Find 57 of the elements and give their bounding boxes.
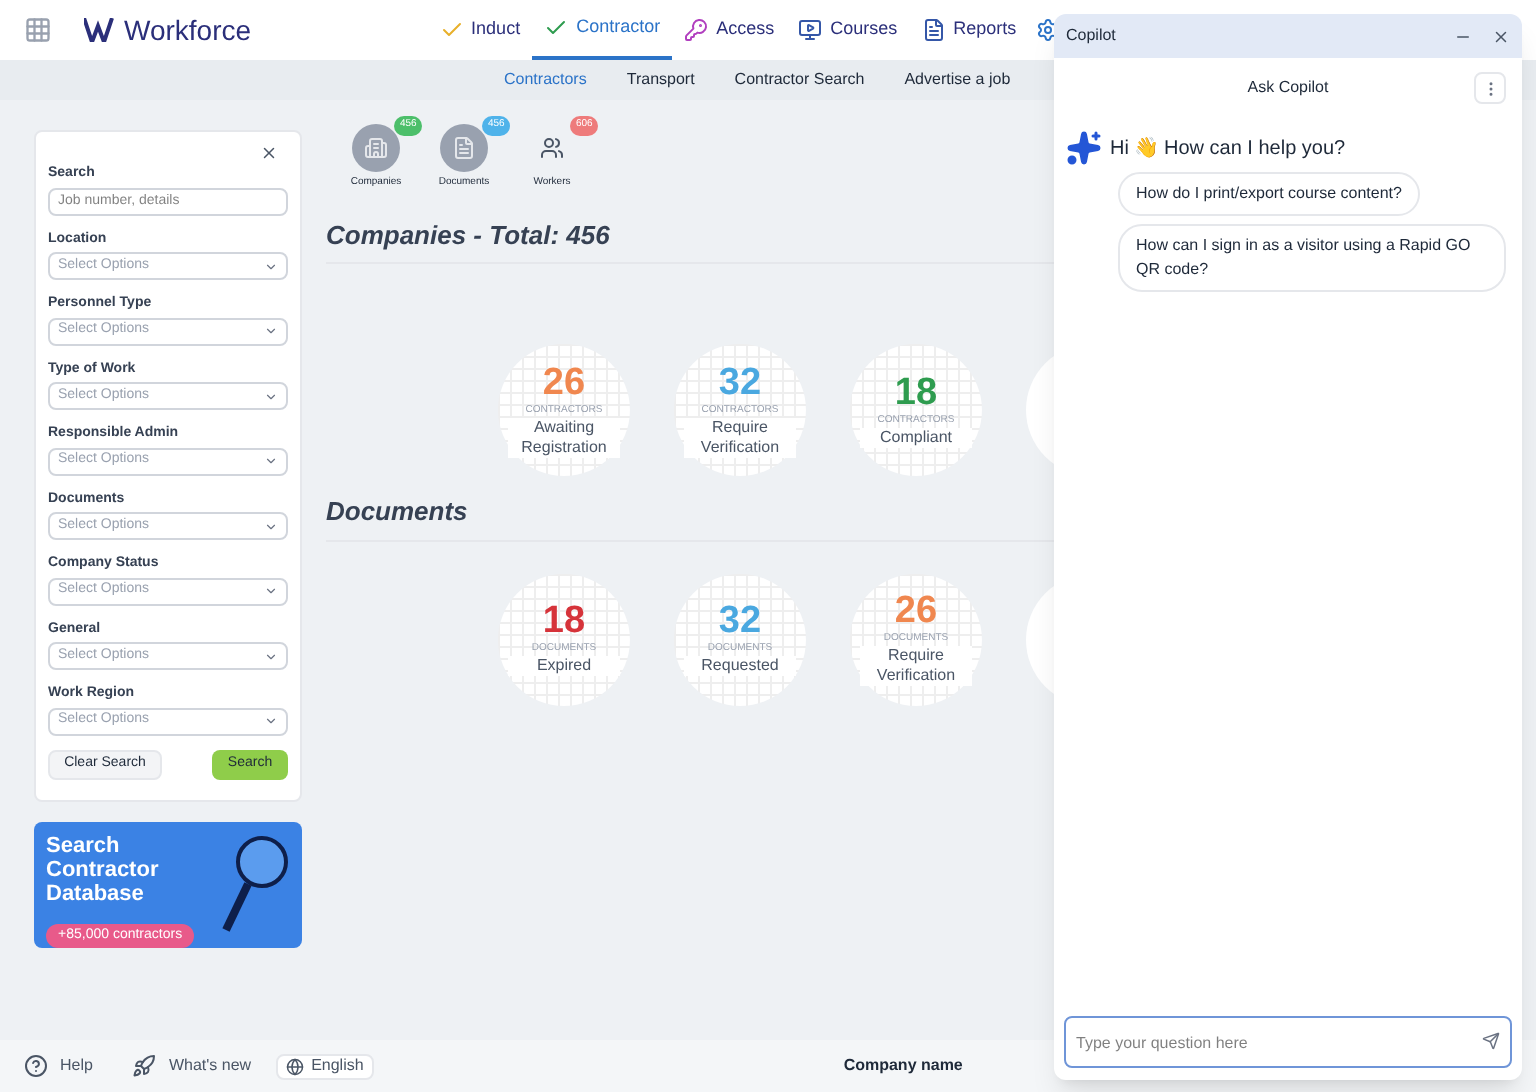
stat-value: 32: [718, 363, 762, 401]
panel-title: Copilot: [1066, 24, 1118, 48]
brand-name: Workforce: [124, 11, 252, 49]
caret-icon: [264, 519, 278, 533]
greeting-text: Hi 👋 How can I help you?: [1110, 135, 1346, 163]
subnav-tab[interactable]: Advertise a job: [904, 68, 1011, 92]
key-icon: [684, 18, 709, 42]
help-icon[interactable]: [24, 1054, 48, 1078]
document-icon: [452, 136, 476, 160]
stat-value: 18: [894, 373, 938, 411]
stat-label: Awaiting Registration: [508, 417, 620, 457]
caret-icon: [264, 714, 278, 728]
caret-icon: [264, 584, 278, 598]
document-icon: [921, 18, 946, 42]
logo-icon: [84, 18, 116, 42]
help-link[interactable]: Help: [60, 1054, 93, 1078]
nav-tab[interactable]: Access: [672, 0, 787, 60]
stat-value: 26: [542, 363, 586, 401]
suggestion-chip[interactable]: How can I sign in as a visitor using a Rapid GO QR code?: [1118, 224, 1506, 292]
people-icon: [540, 136, 564, 160]
language-button[interactable]: English: [275, 1053, 374, 1079]
company-name: Company name: [843, 1054, 963, 1078]
building-icon: [364, 136, 388, 160]
question-field[interactable]: Type your question here: [1064, 1016, 1512, 1068]
caret-icon: [264, 649, 278, 663]
stat-value: 26: [894, 592, 938, 630]
nav-tab[interactable]: Induct: [427, 0, 533, 60]
stat-label: Compliant: [860, 427, 972, 447]
stat-value: 18: [542, 602, 586, 640]
check-icon: [544, 16, 569, 40]
close-icon[interactable]: [260, 144, 278, 162]
stat-label: Require Verification: [684, 417, 796, 457]
nav-tab[interactable]: Reports: [909, 0, 1029, 60]
sparkle-icon: [1066, 130, 1102, 166]
caret-icon: [264, 389, 278, 403]
close-icon[interactable]: [1492, 27, 1510, 45]
globe-icon: [285, 1057, 304, 1075]
subnav-tab[interactable]: Contractor Search: [734, 68, 865, 92]
stat-label: Require Verification: [860, 646, 972, 686]
stat-label: Requested: [684, 656, 796, 676]
apps-icon[interactable]: [24, 16, 52, 44]
rocket-icon[interactable]: [132, 1054, 157, 1078]
subnav-tab[interactable]: Contractors: [504, 68, 587, 92]
send-icon[interactable]: [1482, 1032, 1500, 1050]
nav-tab[interactable]: Courses: [786, 0, 910, 60]
suggestion-chip[interactable]: How do I print/export course content?: [1118, 172, 1420, 216]
banner-title: Search Contractor Database: [46, 833, 161, 905]
caret-icon: [264, 454, 278, 468]
screen-icon: [798, 18, 823, 42]
subnav-tab[interactable]: Transport: [626, 68, 695, 92]
stat-value: 32: [718, 602, 762, 640]
stat-label: Expired: [508, 656, 620, 676]
whats-new-link[interactable]: What's new: [168, 1054, 252, 1078]
caret-icon: [264, 324, 278, 338]
v-icon: [439, 18, 464, 42]
caret-icon: [264, 259, 278, 273]
panel-subtitle: Ask Copilot: [1247, 76, 1329, 100]
